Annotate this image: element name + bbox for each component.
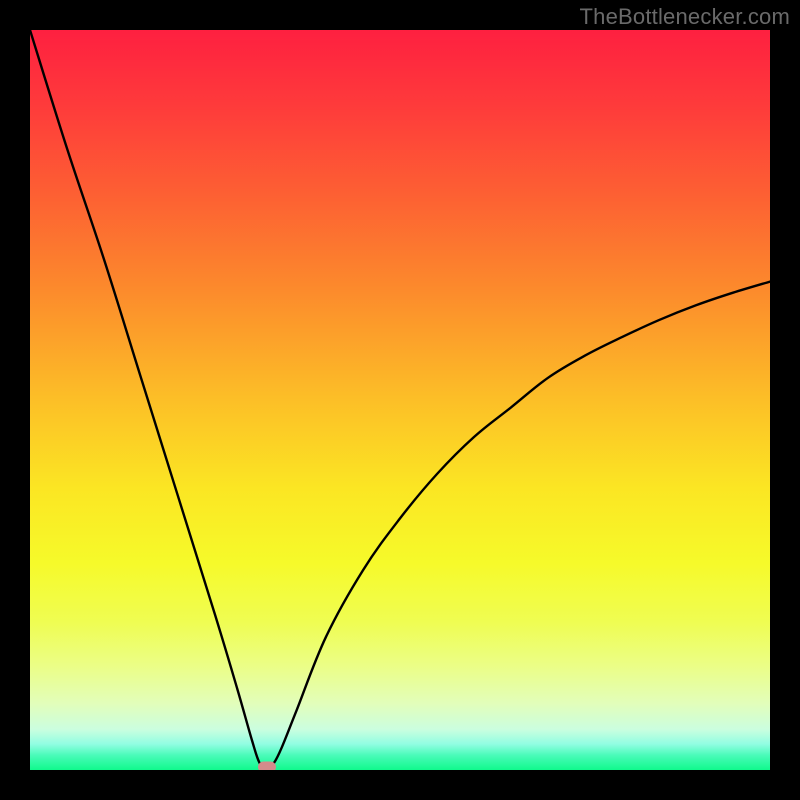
chart-stage: TheBottlenecker.com xyxy=(0,0,800,800)
bottleneck-curve xyxy=(30,30,770,770)
optimal-marker xyxy=(258,762,276,771)
watermark-text: TheBottlenecker.com xyxy=(580,4,790,30)
plot-area xyxy=(30,30,770,770)
